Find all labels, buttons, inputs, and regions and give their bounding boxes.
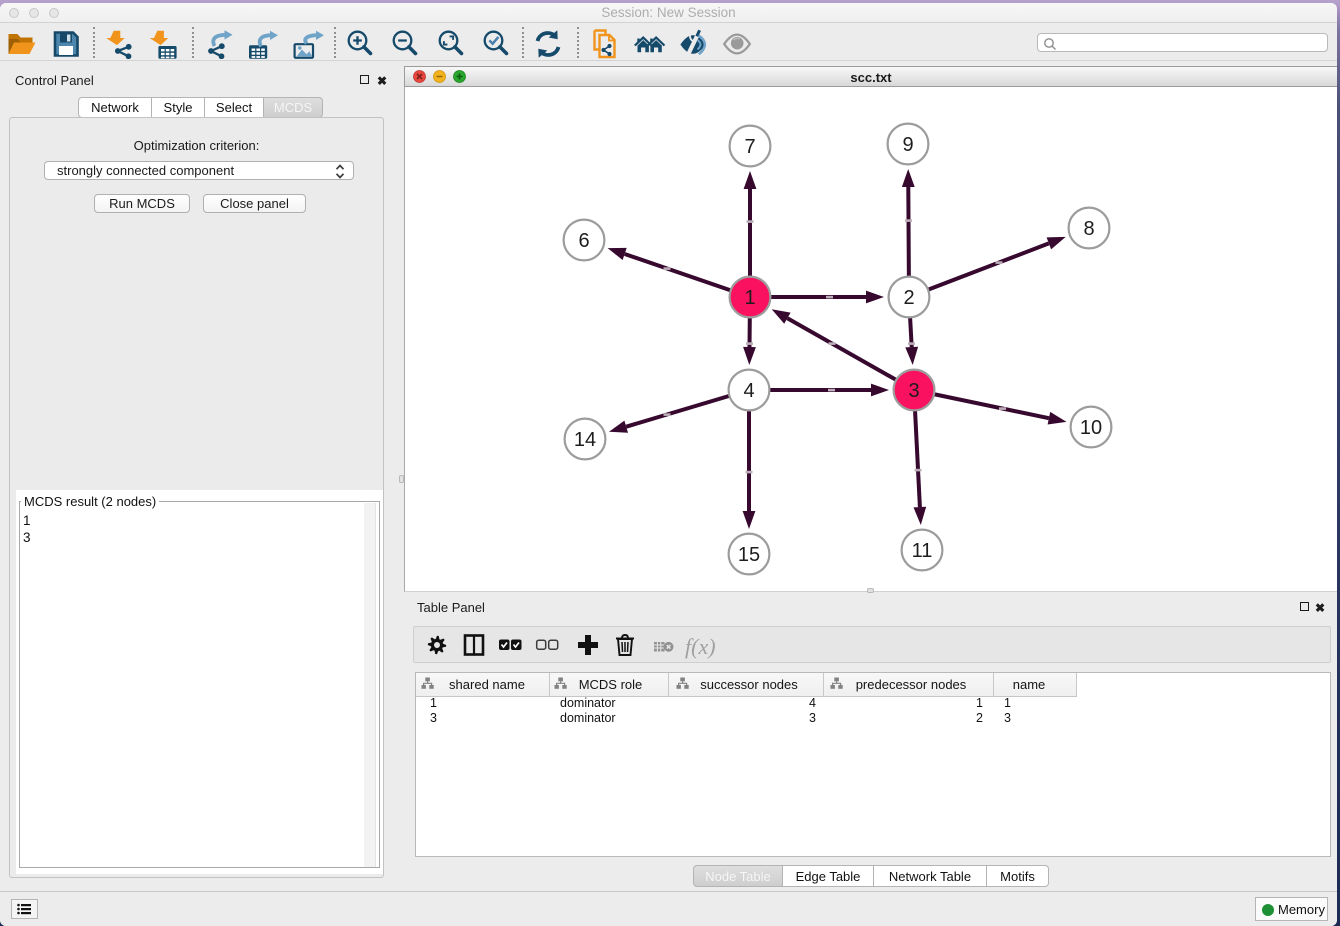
svg-text:14: 14 xyxy=(574,429,596,451)
svg-text:8: 8 xyxy=(1083,218,1094,240)
svg-text:10: 10 xyxy=(1080,417,1102,439)
svg-text:11: 11 xyxy=(912,540,933,562)
svg-text:2: 2 xyxy=(903,287,914,309)
svg-text:7: 7 xyxy=(744,136,755,158)
svg-text:6: 6 xyxy=(578,230,589,252)
svg-text:15: 15 xyxy=(738,544,760,566)
svg-text:1: 1 xyxy=(744,287,755,309)
svg-text:9: 9 xyxy=(902,134,913,156)
svg-text:3: 3 xyxy=(908,380,919,402)
svg-text:4: 4 xyxy=(743,380,754,402)
